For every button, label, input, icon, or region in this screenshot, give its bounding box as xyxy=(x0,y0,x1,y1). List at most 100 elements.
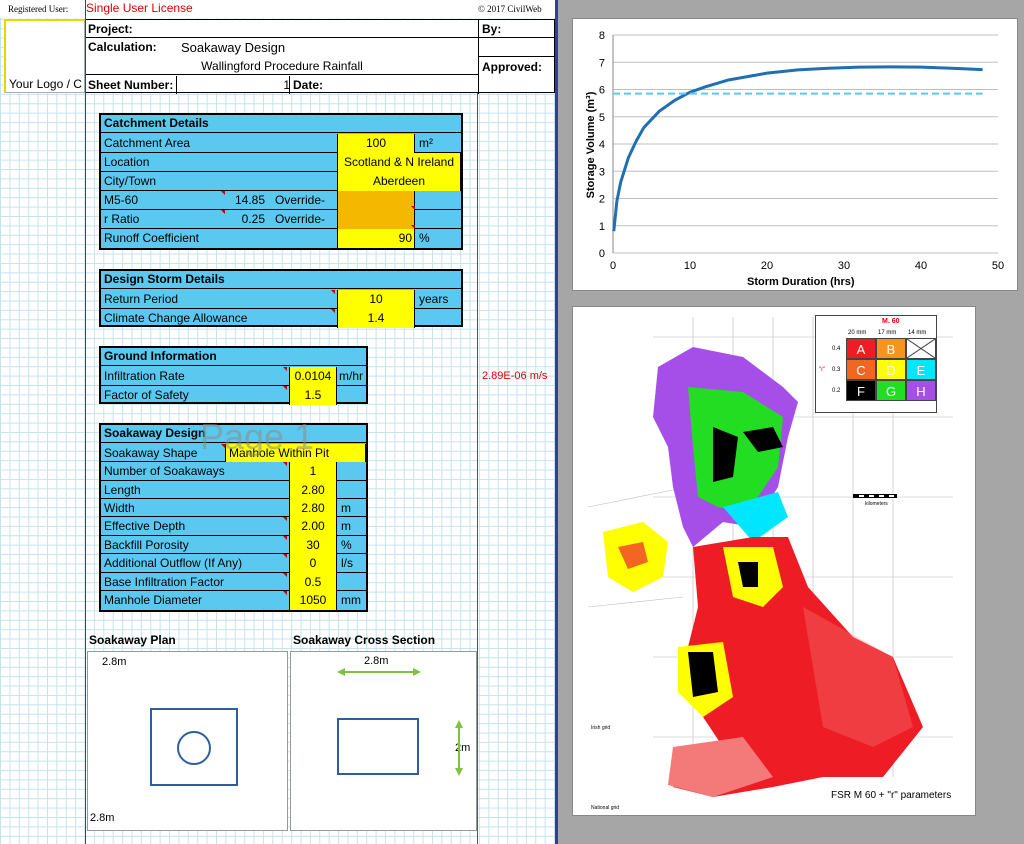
outflow-input[interactable]: 0 xyxy=(289,554,337,573)
runoff-input[interactable]: 90 xyxy=(337,229,415,248)
chart-x-tick-label: 10 xyxy=(684,260,696,272)
fos-label: Factor of Safety xyxy=(104,388,189,402)
legend-row: 0.2 xyxy=(832,388,841,394)
map-scale-bar xyxy=(853,494,897,498)
comment-marker[interactable] xyxy=(283,517,287,521)
manhole-label: Manhole Diameter xyxy=(104,593,203,607)
m560-label: M5-60 xyxy=(104,193,139,207)
legend-cell: B xyxy=(876,338,906,359)
plan-svg xyxy=(150,708,238,786)
comment-marker[interactable] xyxy=(331,290,335,294)
manhole-row: Manhole Diameter 1050 mm xyxy=(101,591,366,610)
catchment-area-row: Catchment Area 100 m² xyxy=(101,134,461,153)
location-label: Location xyxy=(104,155,150,169)
arrow-right-icon xyxy=(413,668,421,676)
chart-x-tick-label: 0 xyxy=(610,260,616,272)
base-row: Base Infiltration Factor 0.5 xyxy=(101,573,366,591)
wales-black xyxy=(688,652,718,697)
climate-input[interactable]: 1.4 xyxy=(337,309,415,328)
rainfall-map-panel[interactable]: M. 60 20 mm 17 mm 14 mm 0.4 0.3 "r" 0.2 … xyxy=(572,306,976,816)
override-label: Override- xyxy=(275,212,326,226)
fos-input[interactable]: 1.5 xyxy=(289,386,337,405)
r-ratio-override-input[interactable] xyxy=(337,210,415,229)
depth-input[interactable]: 2.00 xyxy=(289,517,337,536)
copyright-text: © 2017 CivilWeb xyxy=(478,4,542,14)
infiltration-label: Infiltration Rate xyxy=(104,369,185,383)
m560-override-input[interactable] xyxy=(337,191,415,210)
comment-marker[interactable] xyxy=(221,210,225,214)
ground-section: Ground Information Infiltration Rate 0.0… xyxy=(99,346,368,405)
header-divider xyxy=(289,76,290,94)
climate-row: Climate Change Allowance 1.4 xyxy=(101,309,461,328)
comment-marker[interactable] xyxy=(283,536,287,540)
comment-marker[interactable] xyxy=(283,367,287,371)
plan-drawing: 2.8m 2.8m xyxy=(87,651,288,831)
runoff-label: Runoff Coefficient xyxy=(104,231,199,245)
calculation-label: Calculation: xyxy=(88,40,157,54)
comment-marker[interactable] xyxy=(331,309,335,313)
shape-label: Soakaway Shape xyxy=(104,446,198,460)
manhole-input[interactable]: 1050 xyxy=(289,591,337,610)
return-period-row: Return Period 10 years xyxy=(101,290,461,309)
climate-label: Climate Change Allowance xyxy=(104,311,248,325)
comment-marker[interactable] xyxy=(283,386,287,390)
legend-col: 17 mm xyxy=(878,330,897,336)
base-label: Base Infiltration Factor xyxy=(104,575,225,589)
return-period-unit: years xyxy=(419,292,449,306)
infiltration-input[interactable]: 0.0104 xyxy=(289,367,337,386)
city-dropdown[interactable]: Aberdeen xyxy=(337,172,461,191)
header-row-calculation: Calculation: Soakaway Design xyxy=(86,38,478,56)
location-dropdown[interactable]: Scotland & N Ireland xyxy=(337,153,461,172)
project-label: Project: xyxy=(88,22,133,36)
sheet-number-label: Sheet Number: xyxy=(88,78,174,92)
calculation-value[interactable]: Soakaway Design xyxy=(181,40,285,55)
return-period-input[interactable]: 10 xyxy=(337,290,415,309)
length-input[interactable]: 2.80 xyxy=(289,481,337,499)
city-row: City/Town Aberdeen xyxy=(101,172,461,191)
ground-title: Ground Information xyxy=(101,348,366,366)
width-input[interactable]: 2.80 xyxy=(289,499,337,517)
chart-y-tick-label: 5 xyxy=(599,112,605,124)
legend-cell: D xyxy=(876,359,906,380)
sheet-header: Project: By: Calculation: Soakaway Desig… xyxy=(85,19,555,94)
legend-cell: F xyxy=(846,380,876,401)
manhole-unit: mm xyxy=(341,593,361,607)
width-row: Width 2.80 m xyxy=(101,499,366,517)
license-text: Single User License xyxy=(86,1,193,15)
header-line xyxy=(478,56,555,57)
runoff-row: Runoff Coefficient 90 % xyxy=(101,229,461,248)
catchment-area-input[interactable]: 100 xyxy=(337,134,415,153)
base-input[interactable]: 0.5 xyxy=(289,573,337,591)
comment-marker[interactable] xyxy=(283,554,287,558)
storage-chart-panel[interactable]: 0 1 2 3 4 5 6 7 8 0 10 20 30 40 50 Storm Duration (hrs… xyxy=(572,18,1018,291)
pit-outline xyxy=(150,708,238,786)
fos-row: Factor of Safety 1.5 xyxy=(101,386,366,405)
comment-marker[interactable] xyxy=(283,462,287,466)
header-row-subtitle: Wallingford Procedure Rainfall xyxy=(86,57,478,75)
legend-cell: G xyxy=(876,380,906,401)
legend-cell: H xyxy=(906,380,936,401)
number-row: Number of Soakaways 1 xyxy=(101,462,366,481)
manhole-circle xyxy=(177,731,211,765)
catchment-area-unit: m² xyxy=(419,136,433,150)
comment-marker[interactable] xyxy=(221,191,225,195)
catchment-section: Catchment Details Catchment Area 100 m² … xyxy=(99,113,463,250)
number-label: Number of Soakaways xyxy=(104,464,225,478)
length-row: Length 2.80 xyxy=(101,481,366,499)
outflow-label: Additional Outflow (If Any) xyxy=(104,556,243,570)
legend-col: 14 mm xyxy=(908,330,927,336)
by-label: By: xyxy=(482,22,502,36)
chart-x-tick-label: 20 xyxy=(761,260,773,272)
chart-x-axis-title: Storm Duration (hrs) xyxy=(747,276,855,288)
logo-placeholder[interactable]: Your Logo / C xyxy=(4,19,85,93)
map-scale-label: kilometers xyxy=(865,501,888,507)
section-drawing: 2.8m 2m xyxy=(290,651,477,831)
width-label: Width xyxy=(104,501,135,515)
sheet-number-value[interactable]: 1 xyxy=(272,78,290,92)
comment-marker[interactable] xyxy=(283,573,287,577)
comment-marker[interactable] xyxy=(283,591,287,595)
number-input[interactable]: 1 xyxy=(289,462,337,481)
porosity-input[interactable]: 30 xyxy=(289,536,337,554)
chart-y-tick-label: 0 xyxy=(599,248,605,260)
section-svg xyxy=(337,668,463,776)
